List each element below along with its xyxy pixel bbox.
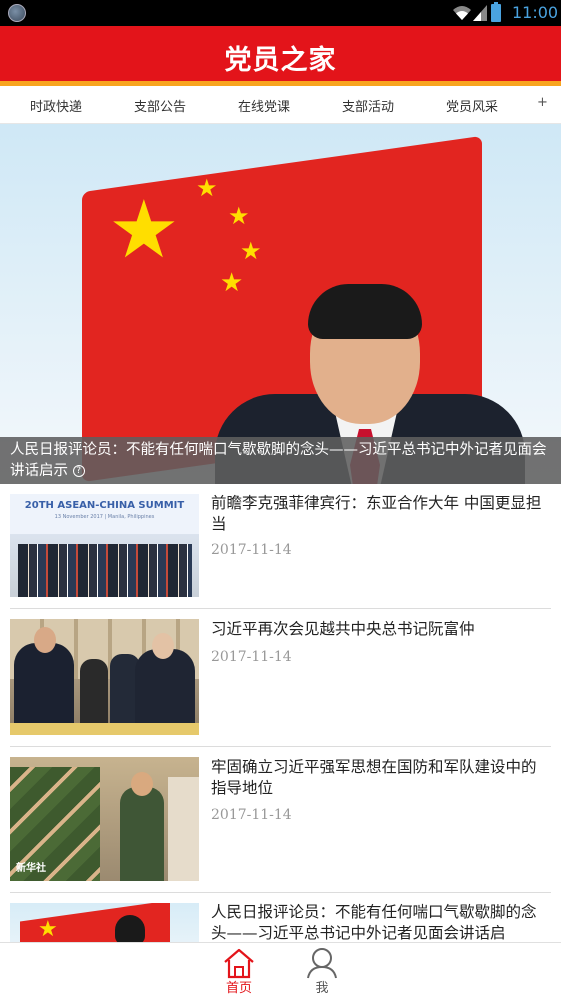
meeting-person	[14, 643, 74, 735]
nav-me[interactable]: 我	[292, 947, 352, 996]
news-item[interactable]: 新华社 牢固确立习近平强军思想在国防和军队建设中的指导地位 2017-11-14	[0, 747, 561, 893]
status-bar: 11:00	[0, 0, 561, 26]
thumb-person-head	[115, 915, 145, 942]
officer-head	[131, 772, 153, 796]
news-item[interactable]: 习近平再次会见越共中央总书记阮富仲 2017-11-14	[0, 609, 561, 747]
hall-door	[168, 777, 199, 881]
news-date: 2017-11-14	[211, 807, 292, 823]
summit-title-text: 20TH ASEAN-CHINA SUMMIT	[24, 500, 185, 511]
news-title: 前瞻李克强菲律宾行：东亚合作大年 中国更显担当	[211, 494, 542, 533]
news-title: 人民日报评论员：不能有任何喘口气歇歇脚的念头——习近平总书记中外记者见面会讲话启	[211, 903, 537, 942]
news-item[interactable]: 20TH ASEAN-CHINA SUMMIT 13 November 2017…	[0, 484, 561, 609]
news-thumbnail: ★	[10, 903, 199, 942]
banner-caption-text: 人民日报评论员：不能有任何喘口气歇歇脚的念头——习近平总书记中外记者见面会讲话启…	[10, 442, 547, 479]
app-header: 党员之家	[0, 26, 561, 81]
tab-current-affairs[interactable]: 时政快递	[30, 96, 82, 115]
banner-caption: 人民日报评论员：不能有任何喘口气歇歇脚的念头——习近平总书记中外记者见面会讲话启…	[0, 437, 561, 484]
bottom-navigation: 首页 我	[0, 942, 561, 999]
tabs-more-button[interactable]: +	[537, 95, 548, 110]
banner-flag-star: ★	[240, 237, 262, 265]
news-thumbnail	[10, 619, 199, 735]
nav-home-label: 首页	[225, 981, 252, 996]
meeting-person-head	[34, 627, 56, 653]
news-title: 习近平再次会见越共中央总书记阮富仲	[211, 620, 475, 638]
meeting-flowers	[10, 723, 199, 735]
status-time: 11:00	[512, 3, 559, 22]
banner-flag-star: ★	[196, 174, 218, 202]
officer-figure	[120, 787, 164, 881]
featured-banner[interactable]: ★ ★ ★ ★ ★ 人民日报评论员：不能有任何喘口气歇歇脚的念头——习近平总书记…	[0, 124, 561, 484]
tab-member-profiles[interactable]: 党员风采	[446, 96, 498, 115]
news-date: 2017-11-14	[211, 649, 292, 665]
page-title: 党员之家	[224, 45, 337, 76]
news-title: 牢固确立习近平强军思想在国防和军队建设中的指导地位	[211, 758, 537, 797]
news-watermark: 新华社	[16, 863, 46, 874]
tab-online-lessons[interactable]: 在线党课	[238, 96, 290, 115]
banner-flag-star: ★	[108, 183, 180, 276]
category-tabs: 时政快递 支部公告 在线党课 支部活动 党员风采 +	[0, 86, 561, 124]
news-thumbnail: 新华社	[10, 757, 199, 881]
summit-leaders-row	[18, 544, 192, 597]
thumb-flag-star: ★	[38, 917, 58, 942]
person-icon	[307, 948, 337, 979]
app-notification-icon	[8, 4, 26, 22]
wifi-icon	[453, 6, 471, 20]
news-item[interactable]: ★ 人民日报评论员：不能有任何喘口气歇歇脚的念头——习近平总书记中外记者见面会讲…	[0, 893, 561, 942]
nav-me-label: 我	[315, 981, 329, 996]
tab-branch-activities[interactable]: 支部活动	[342, 96, 394, 115]
news-thumbnail: 20TH ASEAN-CHINA SUMMIT 13 November 2017…	[10, 494, 199, 597]
banner-flag-star: ★	[220, 268, 244, 298]
meeting-person-head	[152, 633, 174, 659]
signal-icon	[473, 5, 487, 21]
help-icon: ?	[72, 465, 85, 477]
home-icon	[224, 948, 254, 979]
summit-sub-text: 13 November 2017 | Manila, Philippines	[54, 514, 155, 520]
banner-flag-star: ★	[228, 202, 250, 230]
banner-person-hair	[308, 284, 422, 339]
battery-icon	[491, 2, 501, 22]
nav-home[interactable]: 首页	[209, 947, 269, 996]
tab-branch-notices[interactable]: 支部公告	[134, 96, 186, 115]
news-date: 2017-11-14	[211, 542, 292, 558]
